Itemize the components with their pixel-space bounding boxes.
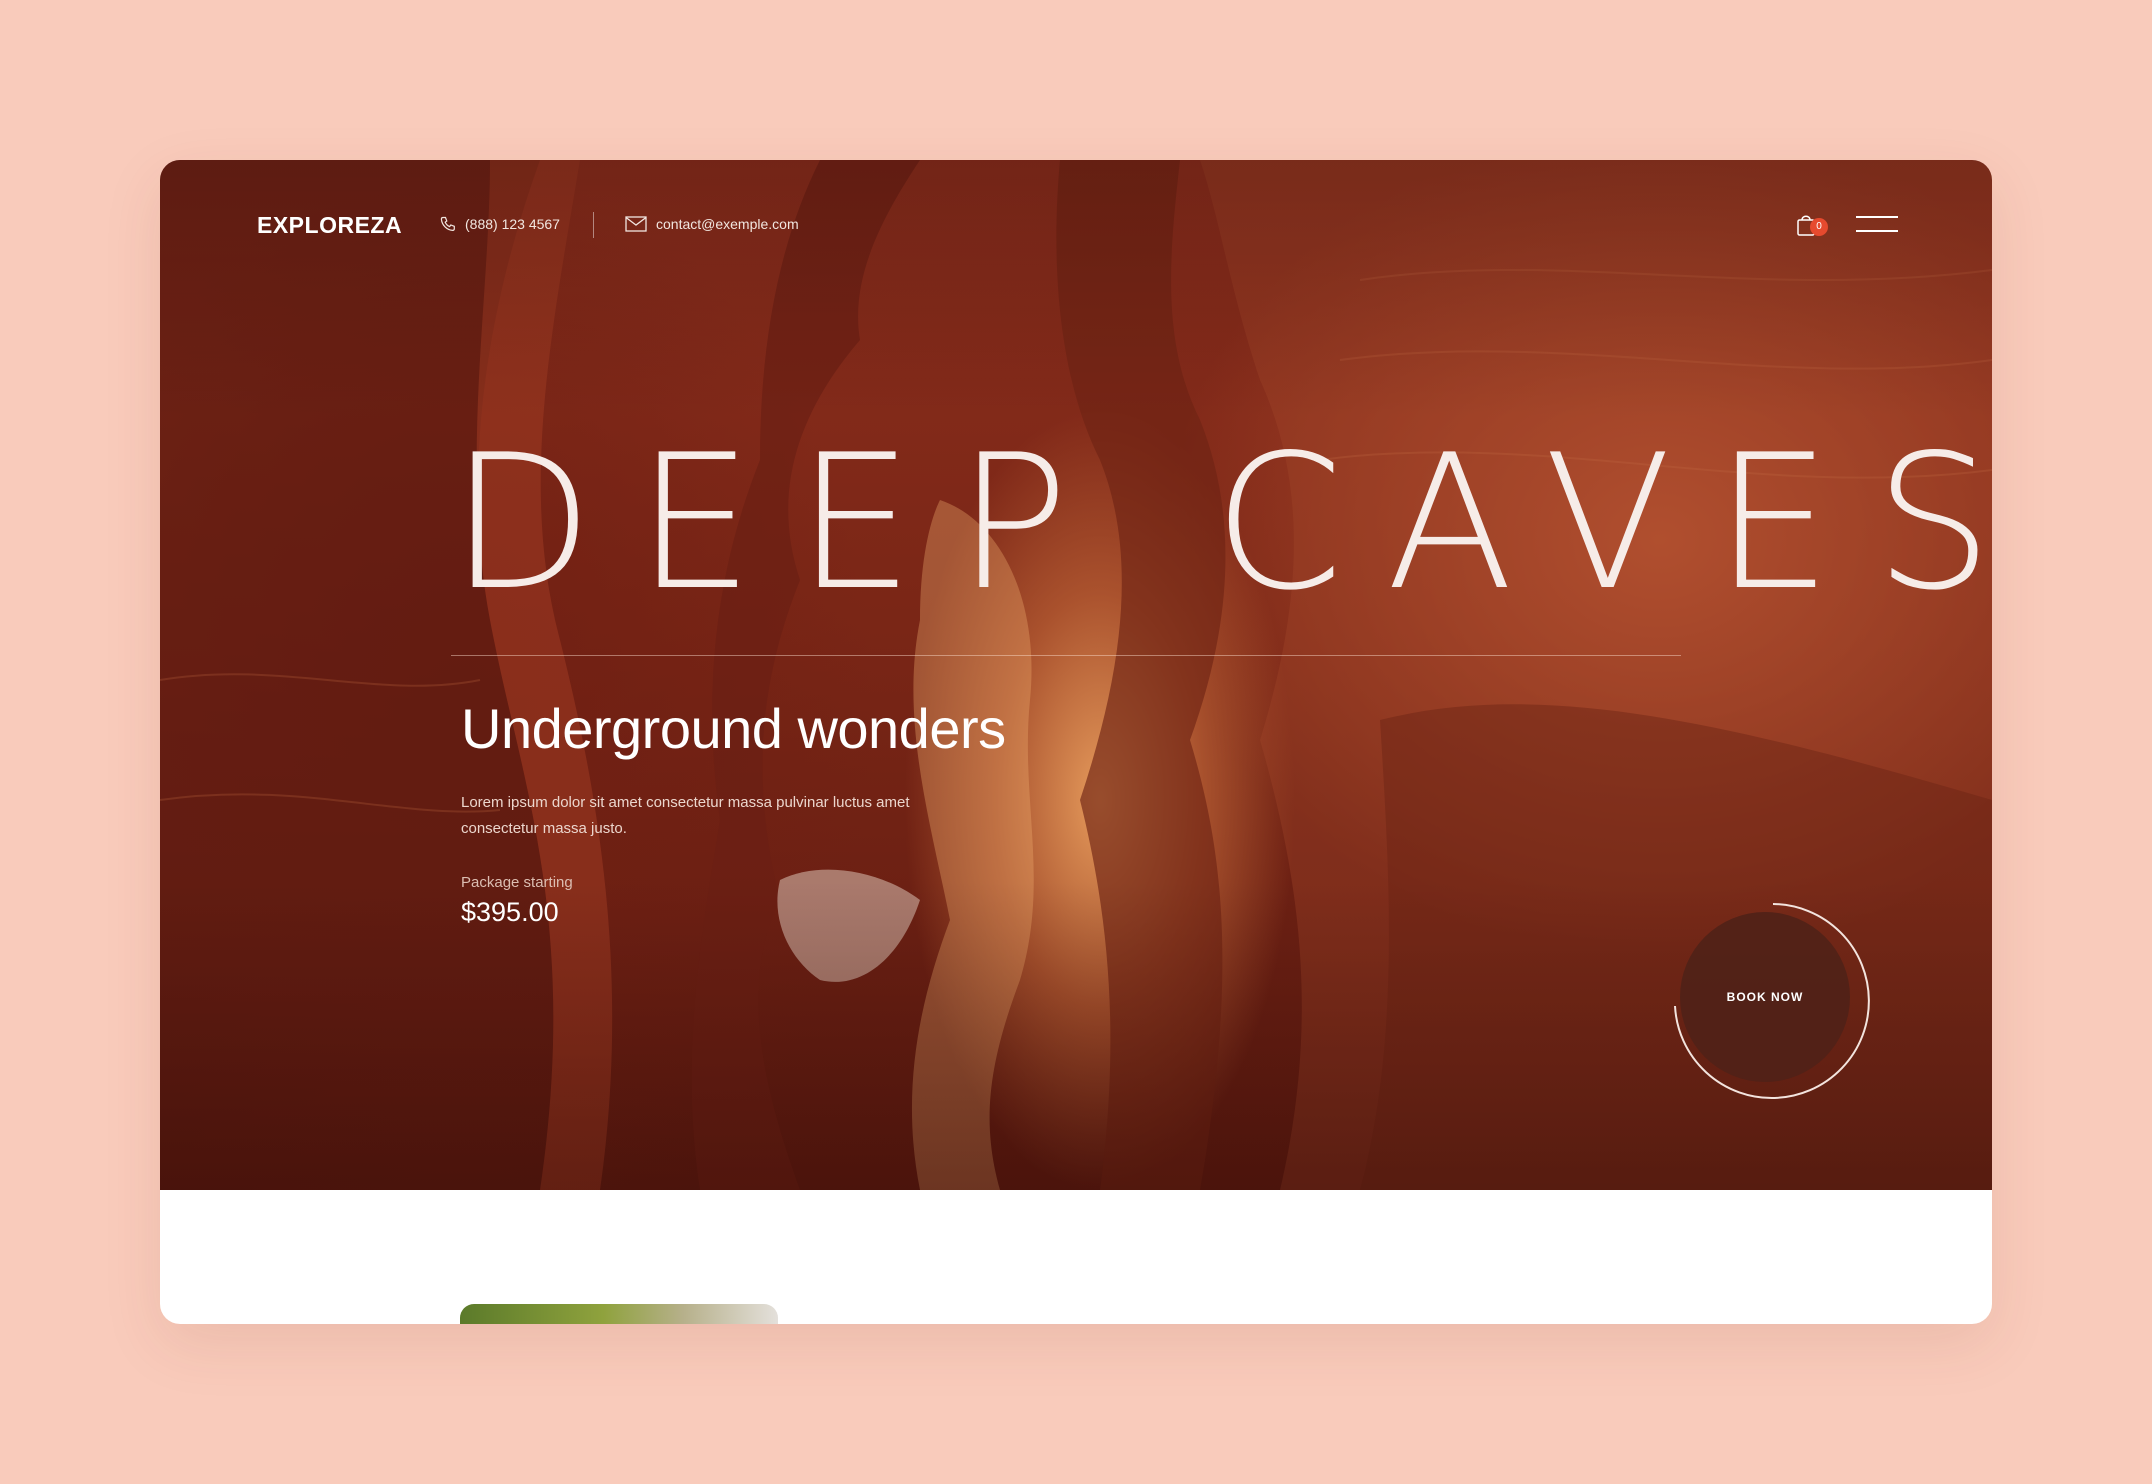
tour-card-thumbnail[interactable] [460, 1304, 778, 1324]
browser-frame: EXPLOREZA (888) 123 4567 contact@exemple… [160, 160, 1992, 1324]
phone-icon [440, 216, 455, 232]
logo[interactable]: EXPLOREZA [257, 212, 402, 239]
cart-count-badge: 0 [1810, 218, 1828, 236]
phone-contact[interactable]: (888) 123 4567 [440, 216, 560, 232]
hamburger-menu-icon[interactable] [1856, 216, 1898, 236]
package-price: $395.00 [461, 897, 559, 927]
nav-divider [593, 212, 594, 238]
cart-button[interactable]: 0 [1796, 212, 1830, 244]
email-address: contact@exemple.com [656, 216, 799, 232]
hero-subtitle: Underground wonders [461, 697, 1006, 760]
email-contact[interactable]: contact@exemple.com [625, 216, 799, 232]
book-now-button[interactable]: BOOK NOW [1680, 912, 1850, 1082]
package-label: Package starting [461, 874, 573, 891]
mail-icon [625, 216, 647, 232]
hero-divider [451, 655, 1681, 656]
hero-description: Lorem ipsum dolor sit amet consectetur m… [461, 794, 910, 837]
phone-number: (888) 123 4567 [465, 216, 560, 232]
hero-title: DEEP CAVES [450, 414, 1992, 631]
hero-section: EXPLOREZA (888) 123 4567 contact@exemple… [160, 160, 1992, 1190]
